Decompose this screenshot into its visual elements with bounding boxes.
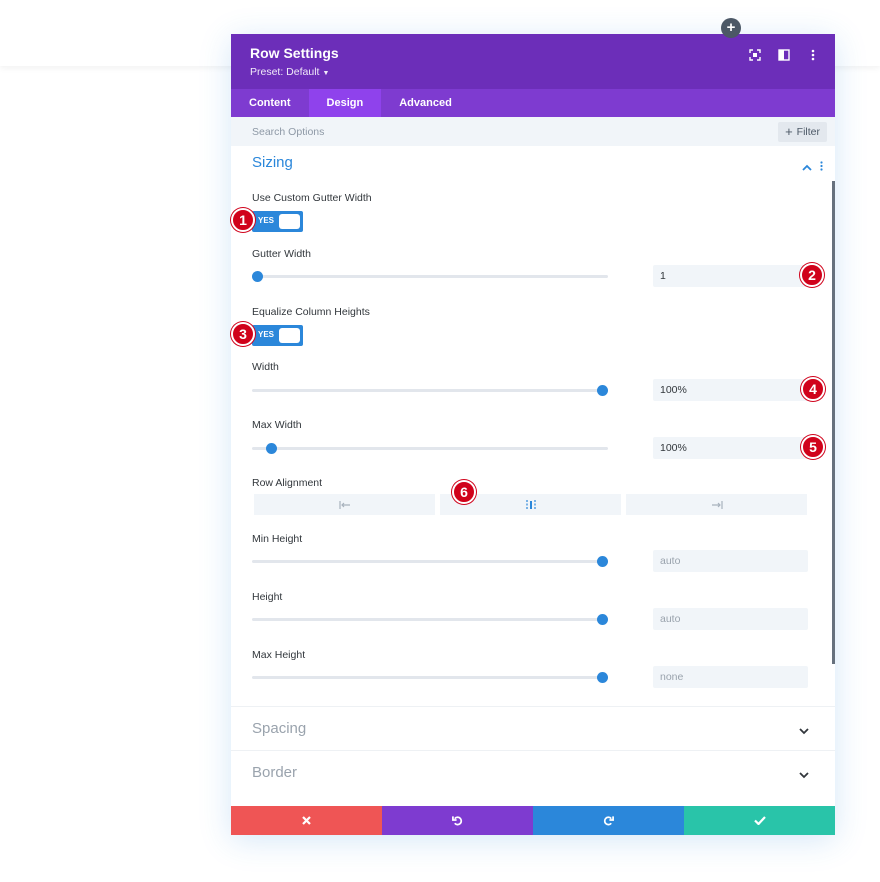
input-min-height[interactable]: auto bbox=[653, 550, 808, 572]
add-row-plus-icon[interactable]: + bbox=[721, 18, 741, 38]
slider-width[interactable] bbox=[252, 385, 608, 396]
caret-down-icon: ▼ bbox=[322, 70, 330, 77]
chevron-down-icon bbox=[799, 766, 809, 784]
slider-handle[interactable] bbox=[597, 614, 608, 625]
chevron-down-icon bbox=[799, 722, 809, 740]
label-use-custom-gutter: Use Custom Gutter Width bbox=[252, 192, 372, 204]
save-button[interactable] bbox=[684, 806, 835, 835]
preset-selector[interactable]: Preset: Default ▼ bbox=[250, 66, 816, 78]
undo-button[interactable] bbox=[382, 806, 533, 835]
section-title-border: Border bbox=[252, 764, 298, 781]
more-vertical-icon[interactable] bbox=[805, 47, 821, 63]
slider-max-width[interactable] bbox=[252, 443, 608, 454]
toggle-yes-label: YES bbox=[258, 216, 275, 225]
check-icon bbox=[753, 816, 766, 825]
label-max-height: Max Height bbox=[252, 649, 306, 661]
slider-handle[interactable] bbox=[597, 672, 608, 683]
modal-title: Row Settings bbox=[250, 45, 339, 61]
tab-design[interactable]: Design bbox=[308, 89, 382, 117]
search-bar: Search Options + Filter bbox=[231, 117, 835, 146]
tab-content[interactable]: Content bbox=[231, 89, 309, 117]
toggle-yes-label: YES bbox=[258, 330, 275, 339]
redo-button[interactable] bbox=[533, 806, 684, 835]
label-width: Width bbox=[252, 361, 279, 373]
annotation-badge-4: 4 bbox=[801, 377, 825, 401]
plus-icon: + bbox=[785, 123, 793, 139]
split-view-icon[interactable] bbox=[776, 47, 792, 63]
tab-advanced[interactable]: Advanced bbox=[381, 89, 470, 117]
slider-handle[interactable] bbox=[265, 443, 277, 454]
filter-label: Filter bbox=[796, 125, 820, 138]
fullscreen-icon[interactable] bbox=[747, 47, 763, 63]
input-max-height[interactable]: none bbox=[653, 666, 808, 688]
label-min-height: Min Height bbox=[252, 533, 303, 545]
label-max-width: Max Width bbox=[252, 419, 302, 431]
modal-footer bbox=[231, 806, 835, 835]
label-gutter-width: Gutter Width bbox=[252, 248, 311, 260]
align-left-icon bbox=[338, 500, 350, 509]
annotation-badge-3: 3 bbox=[231, 322, 255, 346]
row-settings-modal: Row Settings Preset: Default ▼ Content De… bbox=[231, 34, 835, 835]
annotation-badge-6: 6 bbox=[452, 480, 476, 504]
section-title-spacing: Spacing bbox=[252, 720, 307, 737]
slider-gutter-width[interactable] bbox=[252, 271, 608, 282]
section-title-sizing[interactable]: Sizing bbox=[252, 154, 293, 171]
toggle-knob bbox=[279, 328, 300, 343]
align-center-icon bbox=[525, 499, 536, 510]
preset-label: Preset: Default bbox=[250, 66, 320, 78]
filter-button[interactable]: + Filter bbox=[778, 121, 827, 142]
label-height: Height bbox=[252, 591, 283, 603]
label-row-alignment: Row Alignment bbox=[252, 477, 323, 489]
align-right-button[interactable] bbox=[626, 494, 807, 515]
section-spacing[interactable]: Spacing bbox=[231, 706, 835, 750]
toggle-use-custom-gutter[interactable]: YES bbox=[252, 211, 303, 232]
align-right-icon bbox=[711, 500, 723, 509]
undo-icon bbox=[452, 816, 463, 826]
slider-handle[interactable] bbox=[597, 556, 608, 567]
tab-bar: Content Design Advanced bbox=[231, 89, 835, 117]
slider-handle[interactable] bbox=[252, 271, 263, 282]
redo-icon bbox=[603, 816, 614, 826]
input-gutter-width[interactable]: 1 bbox=[653, 265, 808, 287]
slider-min-height[interactable] bbox=[252, 556, 608, 567]
section-border[interactable]: Border bbox=[231, 750, 835, 794]
input-width[interactable]: 100% bbox=[653, 379, 808, 401]
scrollbar[interactable] bbox=[832, 181, 835, 664]
input-max-width[interactable]: 100% bbox=[653, 437, 808, 459]
section-more-icon[interactable] bbox=[820, 158, 823, 176]
annotation-badge-2: 2 bbox=[800, 263, 824, 287]
toggle-knob bbox=[279, 214, 300, 229]
align-left-button[interactable] bbox=[254, 494, 435, 515]
slider-height[interactable] bbox=[252, 614, 608, 625]
cancel-button[interactable] bbox=[231, 806, 382, 835]
toggle-equalize-column-heights[interactable]: YES bbox=[252, 325, 303, 346]
annotation-badge-5: 5 bbox=[801, 435, 825, 459]
slider-handle[interactable] bbox=[597, 385, 608, 396]
modal-header: Row Settings Preset: Default ▼ bbox=[231, 34, 835, 89]
input-height[interactable]: auto bbox=[653, 608, 808, 630]
search-input[interactable]: Search Options bbox=[252, 126, 324, 138]
label-equalize-column-heights: Equalize Column Heights bbox=[252, 306, 370, 318]
slider-max-height[interactable] bbox=[252, 672, 608, 683]
annotation-badge-1: 1 bbox=[231, 208, 255, 232]
chevron-up-icon[interactable] bbox=[802, 158, 812, 176]
close-icon bbox=[302, 816, 311, 825]
